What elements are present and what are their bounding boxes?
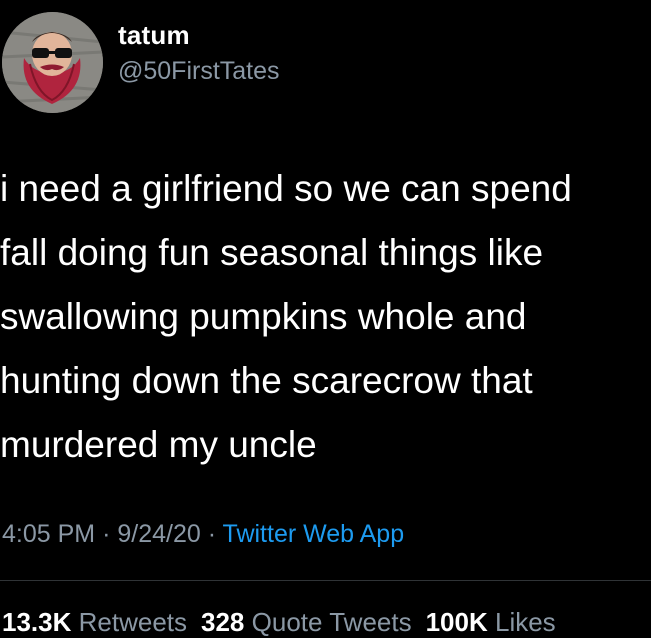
retweets-label: Retweets — [78, 607, 188, 637]
separator: · — [207, 520, 217, 548]
tweet-text: i need a girlfriend so we can spend fall… — [0, 168, 572, 465]
quote-tweets-label: Quote Tweets — [251, 607, 412, 637]
divider — [0, 580, 651, 581]
tweet-source-link[interactable]: Twitter Web App — [223, 520, 405, 548]
likes-stat[interactable]: 100K Likes — [426, 607, 556, 637]
likes-label: Likes — [494, 607, 556, 637]
tweet-meta: 4:05 PM · 9/24/20 · Twitter Web App — [2, 520, 404, 549]
separator: · — [102, 520, 111, 548]
likes-count: 100K — [425, 607, 488, 637]
bearded-man-sunglasses-avatar-icon — [2, 12, 103, 113]
retweets-count: 13.3K — [2, 607, 72, 637]
tweet-time[interactable]: 4:05 PM — [2, 520, 95, 548]
display-name[interactable]: tatum — [118, 20, 190, 51]
avatar[interactable] — [2, 12, 103, 113]
quote-tweets-count: 328 — [201, 607, 245, 637]
quote-tweets-stat[interactable]: 328 Quote Tweets — [201, 607, 412, 637]
user-handle[interactable]: @50FirstTates — [118, 57, 280, 86]
tweet-date[interactable]: 9/24/20 — [117, 520, 200, 548]
tweet: tatum @50FirstTates i need a girlfriend … — [0, 0, 651, 638]
retweets-stat[interactable]: 13.3K Retweets — [2, 607, 187, 637]
tweet-stats: 13.3K Retweets 328 Quote Tweets 100K Likes — [2, 607, 556, 638]
